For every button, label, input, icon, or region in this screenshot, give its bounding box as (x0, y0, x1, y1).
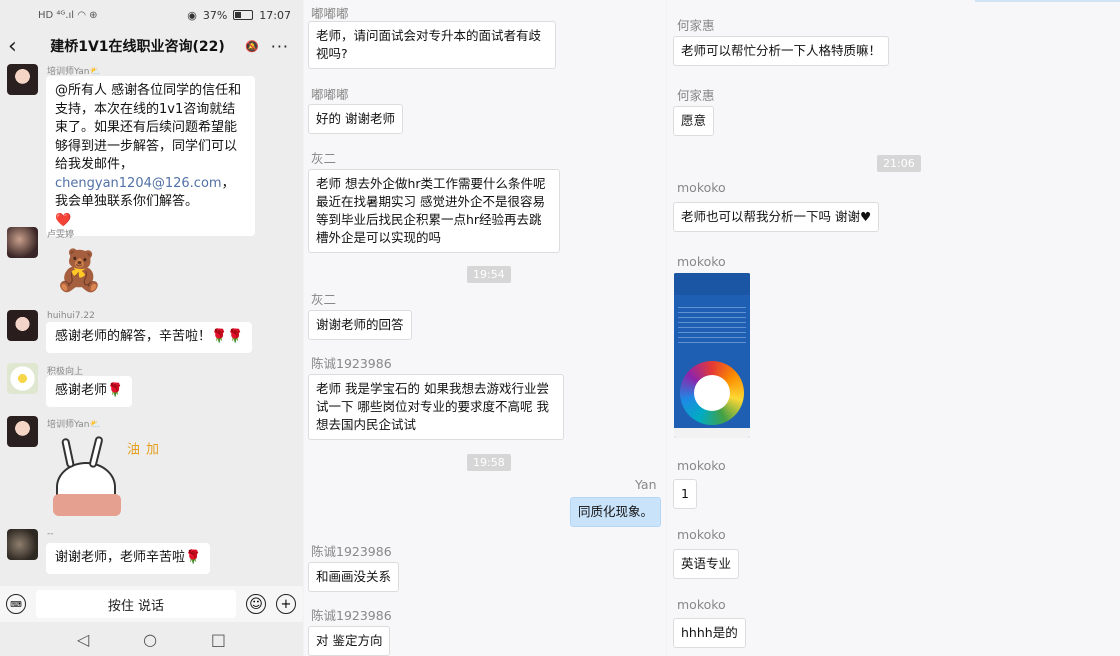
timestamp: 21:06 (877, 155, 921, 172)
rabbit-sticker (50, 432, 124, 518)
sender-name: 何家惠 (677, 18, 715, 33)
sender-name: huihui7.22 (47, 311, 95, 321)
email-link[interactable]: chengyan1204@126.com (55, 176, 222, 191)
message-bubble: 谢谢老师，老师辛苦啦🌹 (46, 543, 211, 574)
sender-name: 卢雯婷 (47, 230, 75, 240)
group-title: 建桥1V1在线职业咨询(22) (50, 39, 225, 55)
sender-name: Yan (635, 477, 657, 492)
keyboard-toggle-icon[interactable]: ⌨ (6, 594, 26, 614)
message-bubble: 老师，请问面试会对专升本的面试者有歧视吗? (308, 21, 556, 69)
message-bubble: 对 鉴定方向 (308, 626, 391, 656)
status-bar: HD ⁴ᴳ.ıl ◠ ⊕ ◉ 37% 17:07 (0, 0, 303, 30)
sender-name: 陈诚1923986 (311, 356, 392, 371)
sender-name: mokoko (677, 458, 726, 473)
sender-name: 何家惠 (677, 88, 715, 103)
avatar[interactable] (7, 310, 38, 341)
message-bubble: 谢谢老师的回答 (308, 310, 412, 340)
divider (975, 0, 1120, 2)
clock: 17:07 (259, 8, 291, 22)
sender-name: mokoko (677, 527, 726, 542)
sender-name: mokoko (677, 180, 726, 195)
message-bubble: 感谢老师的解答，辛苦啦！🌹🌹 (46, 322, 253, 353)
battery-icon (233, 10, 254, 20)
timestamp: 19:58 (467, 454, 511, 471)
message-text: @所有人 感谢各位同学的信任和支持，本次在线的1v1咨询就结束了。如果还有后续问… (55, 83, 242, 172)
sender-name: 陈诚1923986 (311, 544, 392, 559)
message-bubble: 好的 谢谢老师 (308, 104, 403, 134)
message-bubble: 感谢老师🌹 (46, 376, 133, 407)
screenshot-root: HD ⁴ᴳ.ıl ◠ ⊕ ◉ 37% 17:07 ‹ 建桥1V1在线职业咨询(2… (0, 0, 1120, 656)
sender-name: 灰二 (311, 292, 337, 307)
image-message-thumbnail[interactable] (674, 273, 750, 438)
message-bubble: hhhh是的 (673, 618, 746, 648)
message-bubble: 老师 我是学宝石的 如果我想去游戏行业尝试一下 哪些岗位对专业的要求度不高呢 我… (308, 374, 564, 440)
battery-percent: 37% (202, 8, 228, 22)
sender-name: 灰二 (311, 151, 337, 166)
avatar[interactable] (7, 416, 38, 447)
sender-name: mokoko (677, 254, 726, 269)
bear-sticker: 🧸 (54, 248, 104, 294)
more-options-icon[interactable]: ··· (271, 37, 289, 56)
message-bubble: 愿意 (673, 106, 715, 136)
phone-wechat-panel: HD ⁴ᴳ.ıl ◠ ⊕ ◉ 37% 17:07 ‹ 建桥1V1在线职业咨询(2… (0, 0, 303, 656)
message-bubble-self: 同质化现象。 (570, 497, 662, 527)
message-bubble: 英语专业 (673, 549, 740, 579)
nav-home-icon[interactable]: ○ (143, 630, 157, 649)
hold-to-talk-button[interactable]: 按住 说话 (36, 590, 236, 618)
sticker-caption: 加油 (124, 442, 158, 459)
timestamp: 19:54 (467, 266, 511, 283)
chat-input-bar: ⌨ 按住 说话 ☺ + (0, 586, 303, 622)
message-bubble: 1 (673, 479, 697, 509)
message-bubble: 老师可以帮忙分析一下人格特质嘛！ (673, 36, 890, 66)
mute-icon: 🔕 (245, 39, 259, 53)
network-indicators: HD ⁴ᴳ.ıl ◠ ⊕ (38, 9, 98, 21)
chat-titlebar: ‹ 建桥1V1在线职业咨询(22) 🔕 ··· (0, 30, 303, 62)
plus-icon[interactable]: + (276, 594, 296, 614)
sender-name: 嘟嘟嘟 (311, 87, 349, 102)
sender-name: 培训师Yan⛅ (47, 420, 101, 430)
message-bubble: 老师也可以帮我分析一下吗 谢谢♥ (673, 202, 880, 232)
sender-name: 陈诚1923986 (311, 608, 392, 623)
back-arrow-icon[interactable]: ‹ (8, 34, 30, 59)
avatar[interactable] (7, 363, 38, 394)
eye-icon: ◉ (187, 8, 197, 22)
emoji-icon[interactable]: ☺ (246, 594, 266, 614)
android-nav-bar: ◁ ○ □ (0, 622, 303, 656)
avatar[interactable] (7, 529, 38, 560)
nav-back-icon[interactable]: ◁ (77, 630, 89, 649)
avatar[interactable] (7, 64, 38, 95)
avatar[interactable] (7, 227, 38, 258)
nav-recents-icon[interactable]: □ (211, 630, 226, 649)
message-bubble: 老师 想去外企做hr类工作需要什么条件呢 最近在找暑期实习 感觉进外企不是很容易… (308, 169, 560, 253)
message-bubble: @所有人 感谢各位同学的信任和支持，本次在线的1v1咨询就结束了。如果还有后续问… (46, 76, 255, 236)
sender-name: -- (47, 529, 54, 539)
sender-name: mokoko (677, 597, 726, 612)
heart-emoji: ❤️ (55, 212, 72, 228)
sender-name: 嘟嘟嘟 (311, 6, 349, 21)
message-bubble: 和画画没关系 (308, 562, 400, 592)
